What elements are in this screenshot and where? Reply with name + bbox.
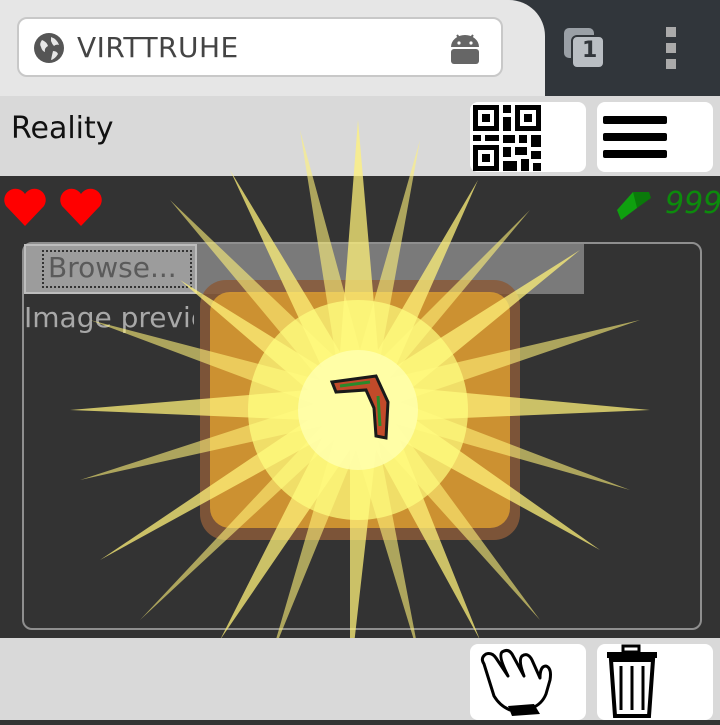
kebab-menu-icon[interactable] [664,26,678,70]
globe-icon [34,33,64,63]
delete-button[interactable] [597,644,713,720]
address-bar[interactable]: VIRTTRUHE [17,17,503,77]
android-icon[interactable] [447,30,483,66]
hamburger-menu-button[interactable] [597,102,713,172]
hamburger-menu-icon [603,116,667,158]
currency-count: 999 [665,186,720,221]
grab-hand-icon [480,648,552,716]
browser-chrome: VIRTTRUHE 1 [0,0,720,96]
heart-icon [4,188,46,226]
grab-button[interactable] [470,644,586,720]
tab-count: 1 [582,38,598,63]
page-title: Reality [11,111,114,146]
tabs-button[interactable]: 1 [562,26,606,70]
trash-icon [607,644,657,718]
browse-button-label: Browse... [48,251,177,284]
heart-icon [60,188,102,226]
app-header: Reality [0,96,720,176]
url-text: VIRTTRUHE [77,31,239,64]
image-preview-placeholder: Image preview [24,301,194,334]
qr-code-icon [473,105,541,171]
qr-code-button[interactable] [470,102,586,172]
bottom-toolbar [0,638,720,720]
green-gem-icon [617,192,651,220]
